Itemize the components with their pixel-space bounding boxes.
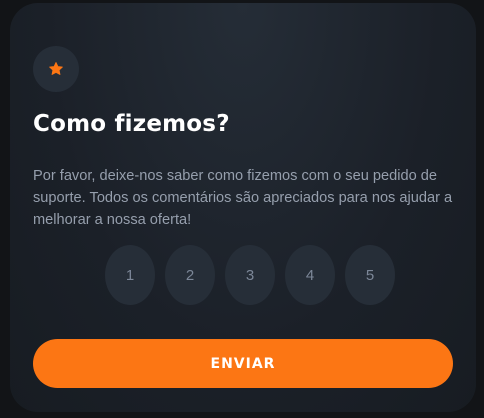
rating-button-2[interactable]: 2 — [165, 245, 215, 305]
page-title: Como fizemos? — [33, 111, 230, 137]
rating-button-5[interactable]: 5 — [345, 245, 395, 305]
description-text: Por favor, deixe-nos saber como fizemos … — [33, 168, 453, 228]
star-badge — [33, 46, 79, 92]
rating-card: Como fizemos? Por favor, deixe-nos saber… — [10, 3, 476, 412]
rating-options: 1 2 3 4 5 — [105, 245, 395, 305]
star-icon — [48, 61, 64, 77]
rating-button-1[interactable]: 1 — [105, 245, 155, 305]
submit-button[interactable]: ENVIAR — [33, 339, 453, 388]
rating-button-3[interactable]: 3 — [225, 245, 275, 305]
rating-button-4[interactable]: 4 — [285, 245, 335, 305]
